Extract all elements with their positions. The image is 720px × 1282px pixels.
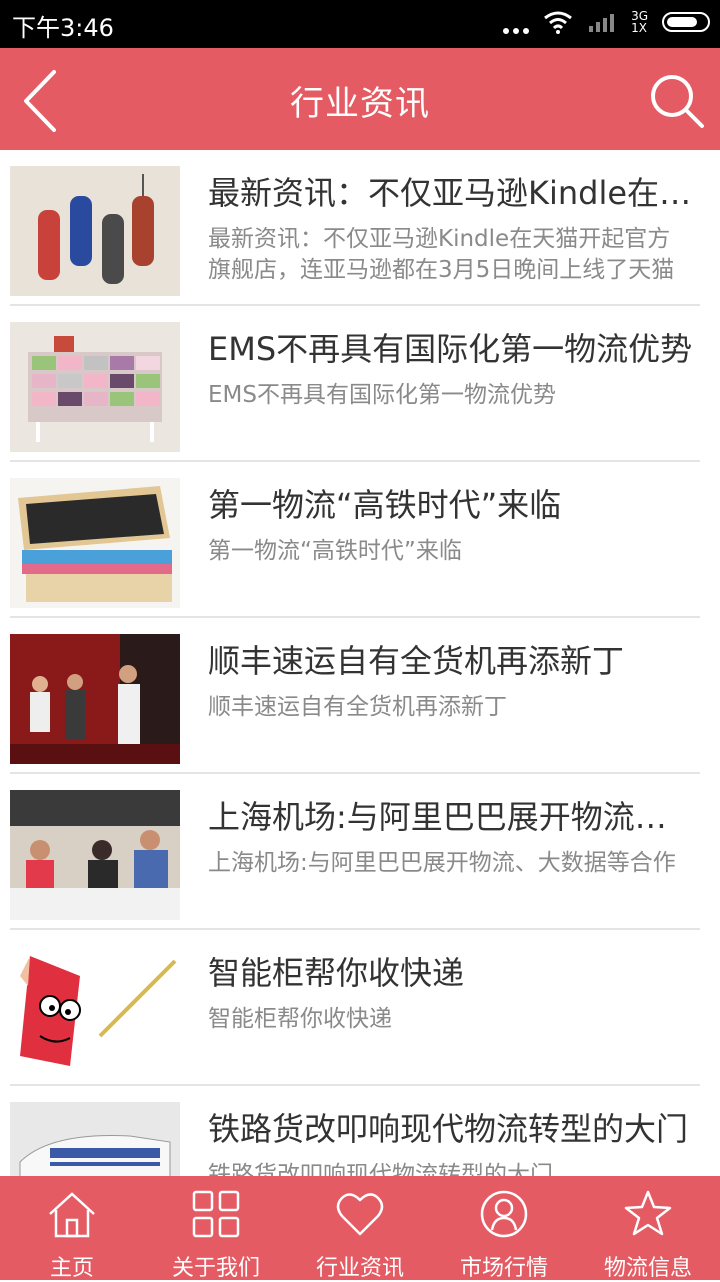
news-item[interactable]: 智能柜帮你收快递 智能柜帮你收快递 (0, 930, 720, 1086)
news-thumbnail (10, 1102, 180, 1176)
news-desc: 第一物流“高铁时代”来临 (208, 538, 462, 564)
news-desc: 铁路货改叩响现代物流转型的大门 (208, 1162, 553, 1176)
news-item[interactable]: 上海机场:与阿里巴巴展开物流、大数据等合作 上海机场:与阿里巴巴展开物流、大数据… (0, 774, 720, 930)
news-title: 顺丰速运自有全货机再添新丁 (208, 642, 625, 680)
tab-label: 市场行情 (459, 1256, 548, 1281)
news-title: 最新资讯：不仅亚马逊Kindle在天猫开起官方旗舰店 (208, 174, 698, 212)
news-title: 铁路货改叩响现代物流转型的大门 (208, 1110, 689, 1148)
news-desc: 顺丰速运自有全货机再添新丁 (208, 694, 507, 720)
home-icon (49, 1192, 95, 1238)
news-thumbnail (10, 634, 180, 764)
page-title: 行业资讯 (290, 84, 430, 124)
news-list: 最新资讯：不仅亚马逊Kindle在天猫开起官方旗舰店 最新资讯：不仅亚马逊Kin… (0, 150, 720, 1176)
network-type: 3G 1X (631, 10, 648, 34)
tab-industry-news[interactable]: 行业资讯 (288, 1176, 432, 1281)
news-item[interactable]: 顺丰速运自有全货机再添新丁 顺丰速运自有全货机再添新丁 (0, 618, 720, 774)
heart-icon (336, 1193, 384, 1236)
news-thumbnail (10, 322, 180, 452)
bottom-tab-bar: 主页 关于我们 行业资讯 市场行情 物流信息 (0, 1176, 720, 1281)
news-thumbnail (10, 946, 180, 1076)
tab-market[interactable]: 市场行情 (432, 1176, 576, 1281)
star-icon (624, 1190, 672, 1236)
search-icon[interactable] (646, 70, 706, 130)
signal-icon (589, 14, 615, 32)
tab-label: 物流信息 (603, 1256, 692, 1281)
tab-label: 关于我们 (171, 1256, 260, 1281)
user-icon (480, 1190, 528, 1238)
tab-label: 行业资讯 (315, 1256, 404, 1281)
more-dots-icon (503, 10, 530, 34)
grid-icon (192, 1190, 240, 1238)
news-title: EMS不再具有国际化第一物流优势 (208, 330, 693, 368)
news-item[interactable]: 最新资讯：不仅亚马逊Kindle在天猫开起官方旗舰店 最新资讯：不仅亚马逊Kin… (0, 150, 720, 306)
news-title: 智能柜帮你收快递 (208, 954, 465, 992)
news-desc: 最新资讯：不仅亚马逊Kindle在天猫开起官方旗舰店，连亚马逊都在3月5日晚间上… (208, 226, 675, 283)
tab-home[interactable]: 主页 (0, 1176, 144, 1281)
news-desc: 上海机场:与阿里巴巴展开物流、大数据等合作 (208, 850, 676, 876)
app-header: 行业资讯 (0, 48, 720, 150)
tab-about[interactable]: 关于我们 (144, 1176, 288, 1281)
wifi-icon (544, 11, 572, 34)
network-bottom: 1X (631, 21, 647, 35)
news-thumbnail (10, 166, 180, 296)
battery-icon (662, 12, 710, 32)
news-item[interactable]: EMS不再具有国际化第一物流优势 EMS不再具有国际化第一物流优势 (0, 306, 720, 462)
news-item[interactable]: 第一物流“高铁时代”来临 第一物流“高铁时代”来临 (0, 462, 720, 618)
news-desc: 智能柜帮你收快递 (208, 1006, 392, 1032)
status-time: 下午3:46 (12, 14, 114, 42)
status-icons: 3G 1X (503, 10, 710, 34)
news-item[interactable]: 铁路货改叩响现代物流转型的大门 铁路货改叩响现代物流转型的大门 (0, 1086, 720, 1176)
news-thumbnail (10, 790, 180, 920)
tab-label: 主页 (49, 1256, 94, 1281)
news-title: 第一物流“高铁时代”来临 (208, 486, 562, 524)
news-thumbnail (10, 478, 180, 608)
tab-logistics[interactable]: 物流信息 (576, 1176, 720, 1281)
news-title: 上海机场:与阿里巴巴展开物流、大数据等合作 (208, 798, 698, 836)
news-desc: EMS不再具有国际化第一物流优势 (208, 382, 556, 408)
status-bar: 下午3:46 3G 1X (0, 0, 720, 48)
